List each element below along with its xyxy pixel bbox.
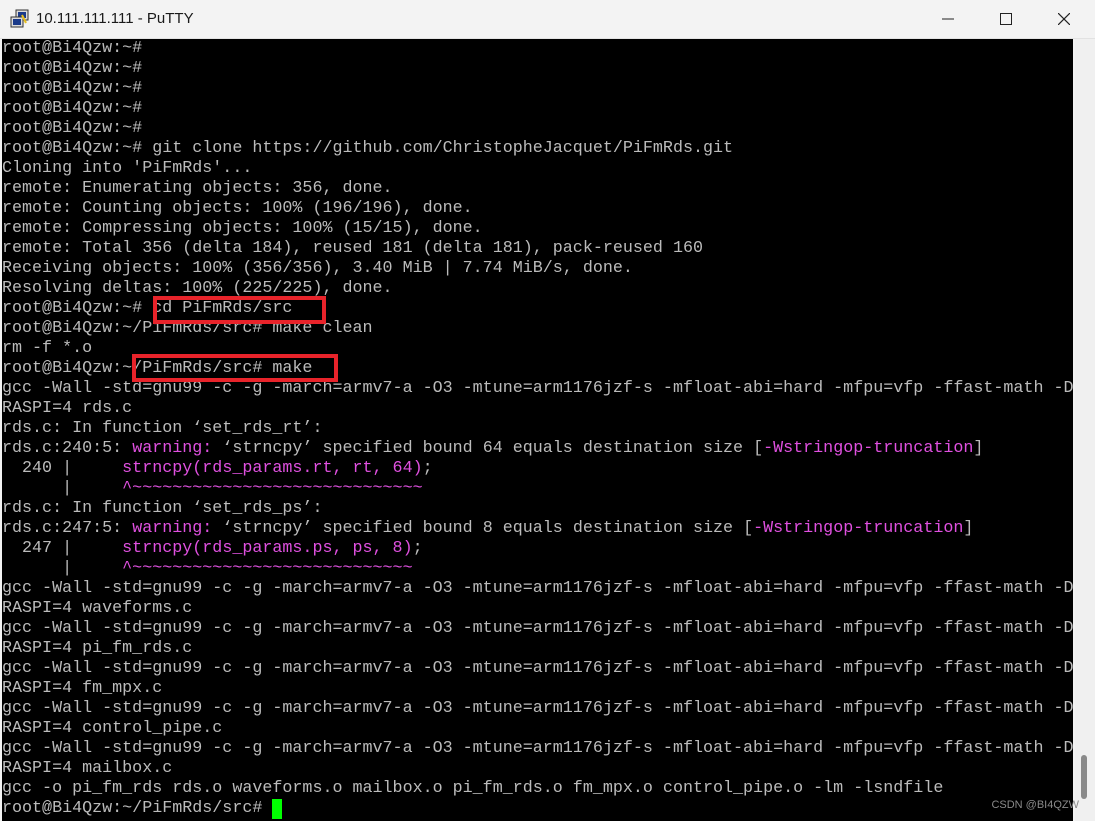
terminal-line: | ^~~~~~~~~~~~~~~~~~~~~~~~~~~~~ (2, 559, 1073, 579)
line-text: gcc -Wall -std=gnu99 -c -g -march=armv7-… (2, 659, 1073, 678)
terminal-line: RASPI=4 rds.c (2, 399, 1073, 419)
warning-text: -Wstringop-truncation (763, 439, 974, 458)
terminal-line: gcc -Wall -std=gnu99 -c -g -march=armv7-… (2, 739, 1073, 759)
line-text: root@Bi4Qzw:~# (2, 39, 143, 58)
terminal-cursor (272, 799, 282, 819)
watermark: CSDN @BI4QZW (991, 799, 1079, 811)
terminal-line: gcc -Wall -std=gnu99 -c -g -march=armv7-… (2, 379, 1073, 399)
line-text: Cloning into 'PiFmRds'... (2, 159, 253, 178)
line-text: root@Bi4Qzw:~# (2, 119, 143, 138)
warning-text: strncpy(rds_params.ps, ps, 8) (122, 539, 413, 558)
terminal-line: RASPI=4 fm_mpx.c (2, 679, 1073, 699)
terminal-line: RASPI=4 control_pipe.c (2, 719, 1073, 739)
line-text: 247 | (2, 539, 123, 558)
minimize-button[interactable] (919, 0, 977, 38)
line-text: gcc -Wall -std=gnu99 -c -g -march=armv7-… (2, 739, 1073, 758)
terminal-line: root@Bi4Qzw:~# (2, 59, 1073, 79)
close-button[interactable] (1035, 0, 1093, 38)
line-text: RASPI=4 mailbox.c (2, 759, 173, 778)
terminal-line: root@Bi4Qzw:~# (2, 99, 1073, 119)
line-text: | (2, 559, 123, 578)
terminal-line: RASPI=4 waveforms.c (2, 599, 1073, 619)
maximize-icon (1000, 13, 1012, 25)
terminal-line: gcc -o pi_fm_rds rds.o waveforms.o mailb… (2, 779, 1073, 799)
line-text: gcc -o pi_fm_rds rds.o waveforms.o mailb… (2, 779, 944, 798)
line-text: RASPI=4 rds.c (2, 399, 133, 418)
line-text: gcc -Wall -std=gnu99 -c -g -march=armv7-… (2, 579, 1073, 598)
line-text: rds.c: In function ‘set_rds_ps’: (2, 499, 323, 518)
warning-text: warning: (132, 439, 223, 458)
warning-text: warning: (132, 519, 223, 538)
line-text: rds.c:240:5: (2, 439, 133, 458)
terminal-output[interactable]: root@Bi4Qzw:~# root@Bi4Qzw:~# root@Bi4Qzw:… (2, 39, 1073, 821)
putty-icon[interactable] (10, 9, 30, 29)
terminal-line: rds.c:247:5: warning: ‘strncpy’ specifie… (2, 519, 1073, 539)
line-text: ; (412, 539, 423, 558)
terminal-lines: root@Bi4Qzw:~# root@Bi4Qzw:~# root@Bi4Qzw:… (2, 39, 1073, 819)
terminal-line: rds.c:240:5: warning: ‘strncpy’ specifie… (2, 439, 1073, 459)
line-text: RASPI=4 fm_mpx.c (2, 679, 163, 698)
line-text: ] (973, 439, 984, 458)
terminal-line: remote: Counting objects: 100% (196/196)… (2, 199, 1073, 219)
scrollbar-thumb[interactable] (1081, 755, 1087, 799)
line-text: gcc -Wall -std=gnu99 -c -g -march=armv7-… (2, 699, 1073, 718)
title-bar: 10.111.111.111 - PuTTY (0, 0, 1095, 39)
line-text: root@Bi4Qzw:~# (2, 99, 143, 118)
line-text: remote: Total 356 (delta 184), reused 18… (2, 239, 703, 258)
terminal-line: rds.c: In function ‘set_rds_ps’: (2, 499, 1073, 519)
line-text: RASPI=4 waveforms.c (2, 599, 193, 618)
terminal-line: remote: Enumerating objects: 356, done. (2, 179, 1073, 199)
line-text: ; (422, 459, 433, 478)
line-text: root@Bi4Qzw:~/PiFmRds/src# (2, 799, 273, 818)
highlight-box-cd-command (153, 296, 326, 324)
terminal-line: root@Bi4Qzw:~# git clone https://github.… (2, 139, 1073, 159)
vertical-scrollbar[interactable] (1075, 39, 1095, 821)
terminal-line: root@Bi4Qzw:~# (2, 119, 1073, 139)
line-text: RASPI=4 pi_fm_rds.c (2, 639, 193, 658)
line-text: rm -f *.o (2, 339, 93, 358)
terminal-line: gcc -Wall -std=gnu99 -c -g -march=armv7-… (2, 659, 1073, 679)
warning-text: strncpy(rds_params.rt, rt, 64) (122, 459, 423, 478)
line-text: rds.c: In function ‘set_rds_rt’: (2, 419, 323, 438)
terminal-line: 247 | strncpy(rds_params.ps, ps, 8); (2, 539, 1073, 559)
line-text: 240 | (2, 459, 123, 478)
terminal-line: | ^~~~~~~~~~~~~~~~~~~~~~~~~~~~~~ (2, 479, 1073, 499)
terminal-line: root@Bi4Qzw:~/PiFmRds/src# (2, 799, 1073, 819)
line-text: remote: Counting objects: 100% (196/196)… (2, 199, 473, 218)
line-text: remote: Enumerating objects: 356, done. (2, 179, 393, 198)
terminal-line: 240 | strncpy(rds_params.rt, rt, 64); (2, 459, 1073, 479)
line-text: Receiving objects: 100% (356/356), 3.40 … (2, 259, 633, 278)
terminal-line: rds.c: In function ‘set_rds_rt’: (2, 419, 1073, 439)
terminal-line: RASPI=4 pi_fm_rds.c (2, 639, 1073, 659)
line-text: ‘strncpy’ specified bound 8 equals desti… (222, 519, 754, 538)
minimize-icon (942, 18, 954, 20)
line-text: root@Bi4Qzw:~# git clone https://github.… (2, 139, 734, 158)
terminal-line: root@Bi4Qzw:~# (2, 39, 1073, 59)
terminal-line: remote: Compressing objects: 100% (15/15… (2, 219, 1073, 239)
warning-text: -Wstringop-truncation (753, 519, 964, 538)
warning-text: ^~~~~~~~~~~~~~~~~~~~~~~~~~~~~~ (122, 479, 423, 498)
terminal-line: root@Bi4Qzw:~# (2, 79, 1073, 99)
window-title: 10.111.111.111 - PuTTY (36, 10, 194, 27)
terminal-line: gcc -Wall -std=gnu99 -c -g -march=armv7-… (2, 619, 1073, 639)
maximize-button[interactable] (977, 0, 1035, 38)
close-icon (1058, 13, 1070, 25)
line-text: remote: Compressing objects: 100% (15/15… (2, 219, 483, 238)
highlight-box-make-command (132, 354, 338, 382)
terminal-line: gcc -Wall -std=gnu99 -c -g -march=armv7-… (2, 699, 1073, 719)
line-text: root@Bi4Qzw:~# (2, 79, 143, 98)
warning-text: ^~~~~~~~~~~~~~~~~~~~~~~~~~~~~ (122, 559, 413, 578)
terminal-line: Receiving objects: 100% (356/356), 3.40 … (2, 259, 1073, 279)
line-text: gcc -Wall -std=gnu99 -c -g -march=armv7-… (2, 619, 1073, 638)
line-text: root@Bi4Qzw:~# (2, 59, 143, 78)
line-text: ] (963, 519, 974, 538)
line-text: | (2, 479, 123, 498)
terminal-line: Cloning into 'PiFmRds'... (2, 159, 1073, 179)
line-text: RASPI=4 control_pipe.c (2, 719, 223, 738)
line-text: rds.c:247:5: (2, 519, 133, 538)
line-text: ‘strncpy’ specified bound 64 equals dest… (222, 439, 764, 458)
terminal-line: RASPI=4 mailbox.c (2, 759, 1073, 779)
terminal-line: remote: Total 356 (delta 184), reused 18… (2, 239, 1073, 259)
terminal-line: gcc -Wall -std=gnu99 -c -g -march=armv7-… (2, 579, 1073, 599)
